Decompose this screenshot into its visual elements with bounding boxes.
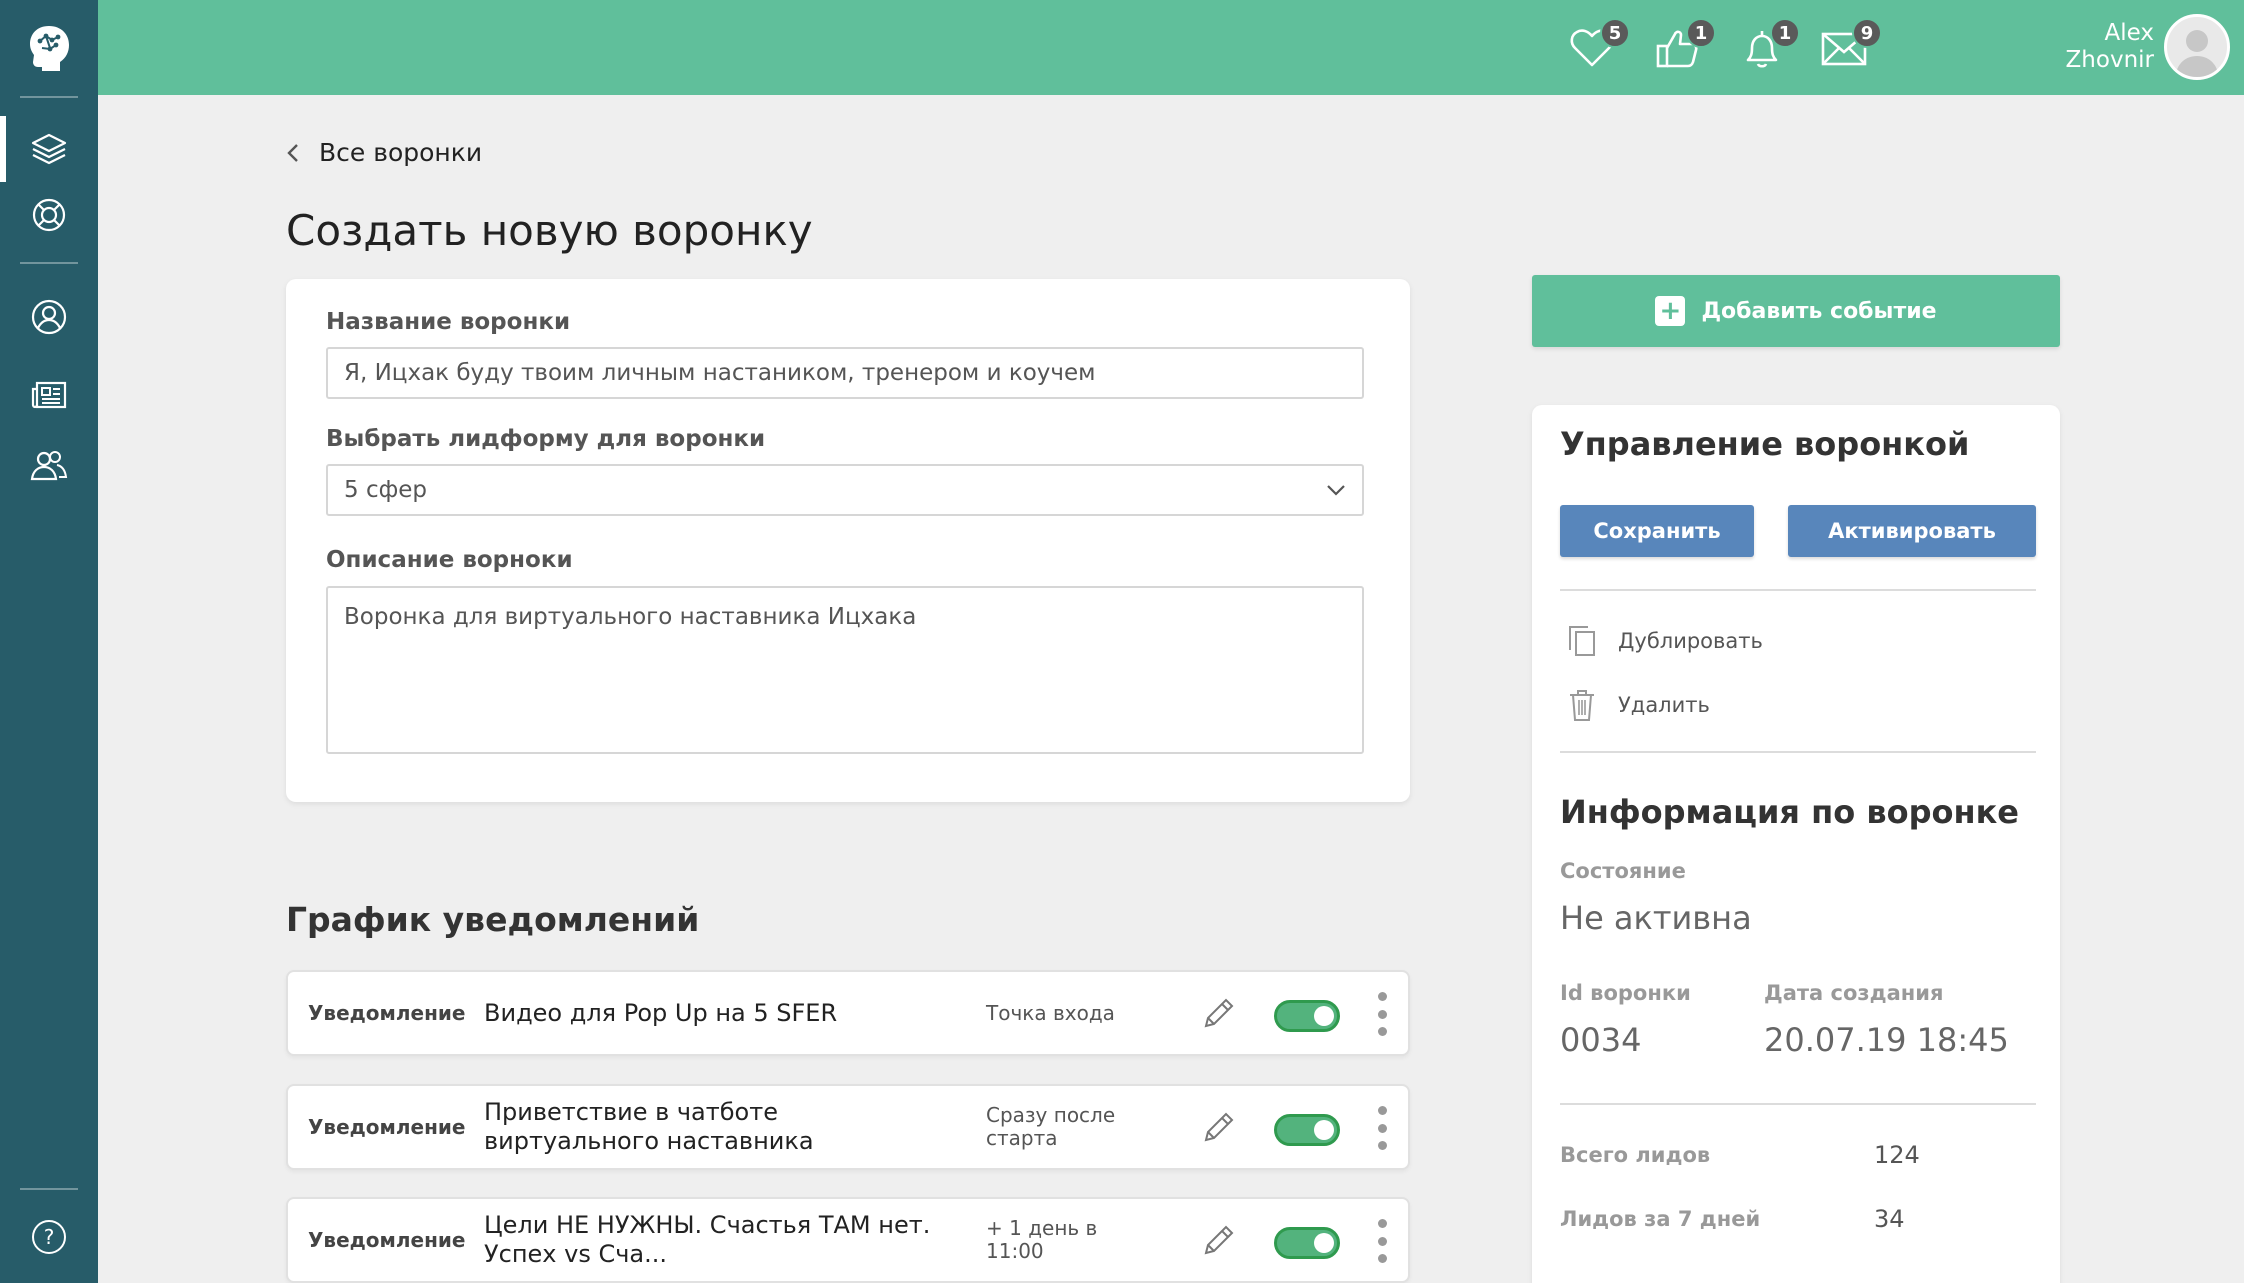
- total-leads-label: Всего лидов: [1560, 1143, 1711, 1167]
- delete-action[interactable]: Удалить: [1566, 687, 1710, 723]
- description-label: Описание ворноки: [326, 547, 573, 573]
- notification-type: Уведомление: [308, 1001, 466, 1025]
- sidebar-item-team[interactable]: [0, 432, 98, 498]
- brain-logo-icon[interactable]: [0, 0, 98, 95]
- messages-count-badge: 9: [1852, 18, 1882, 48]
- notification-type: Уведомление: [308, 1115, 466, 1139]
- help-icon: ?: [32, 1220, 66, 1254]
- notification-timing: + 1 день в 11:00: [986, 1216, 1098, 1263]
- funnel-id-value: 0034: [1560, 1021, 1642, 1059]
- avatar-placeholder-icon: [2175, 30, 2219, 77]
- trash-icon: [1570, 690, 1594, 721]
- info-title: Информация по воронке: [1560, 793, 2019, 831]
- lifebuoy-icon: [32, 198, 66, 232]
- leadform-label: Выбрать лидформу для воронки: [326, 426, 766, 452]
- notification-row[interactable]: Уведомление Цели НЕ НУЖНЫ. Счастья ТАМ н…: [286, 1197, 1410, 1283]
- funnel-name-input[interactable]: Я, Ицхак буду твоим личным настаником, т…: [326, 347, 1364, 399]
- leads-7d-label: Лидов за 7 дней: [1560, 1207, 1761, 1231]
- user-icon: [31, 299, 67, 335]
- add-event-button[interactable]: + Добавить событие: [1532, 275, 2060, 347]
- notification-type: Уведомление: [308, 1228, 466, 1252]
- pencil-icon[interactable]: [1200, 1223, 1236, 1259]
- sidebar-item-help[interactable]: ?: [0, 1204, 98, 1270]
- created-date-label: Дата создания: [1764, 981, 1944, 1005]
- divider: [1560, 1103, 2036, 1105]
- notification-row[interactable]: Уведомление Видео для Pop Up на 5 SFER Т…: [286, 970, 1410, 1056]
- funnel-form-card: Название воронки Я, Ицхак буду твоим лич…: [286, 279, 1410, 802]
- notification-timing: Точка входа: [986, 1000, 1115, 1025]
- notification-toggle[interactable]: [1274, 1227, 1340, 1259]
- add-event-label: Добавить событие: [1701, 298, 1937, 324]
- funnel-id-label: Id воронки: [1560, 981, 1691, 1005]
- copy-icon: [1569, 626, 1595, 656]
- sidebar-item-news[interactable]: [0, 362, 98, 428]
- created-date-value: 20.07.19 18:45: [1764, 1021, 2009, 1059]
- notifications-count-badge: 1: [1770, 18, 1800, 48]
- notification-toggle[interactable]: [1274, 1000, 1340, 1032]
- notification-toggle[interactable]: [1274, 1114, 1340, 1146]
- funnel-management-card: Управление воронкой Сохранить Активирова…: [1532, 405, 2060, 1283]
- schedule-title: График уведомлений: [286, 900, 700, 939]
- description-value: Воронка для виртуального наставника Ицха…: [344, 604, 917, 630]
- chevron-left-icon: [287, 143, 298, 162]
- divider: [1560, 589, 2036, 591]
- sidebar-item-funnels[interactable]: [0, 116, 98, 182]
- delete-label: Удалить: [1618, 693, 1710, 717]
- save-button[interactable]: Сохранить: [1560, 505, 1754, 557]
- page-title: Создать новую воронку: [286, 206, 813, 255]
- sidebar-item-profile[interactable]: [0, 284, 98, 350]
- team-icon: [30, 451, 68, 481]
- back-link[interactable]: Все воронки: [319, 138, 482, 167]
- funnel-name-value: Я, Ицхак буду твоим личным настаником, т…: [344, 360, 1096, 386]
- sidebar: ?: [0, 0, 98, 1283]
- more-options-icon[interactable]: [1376, 992, 1388, 1036]
- plus-icon: +: [1655, 296, 1686, 326]
- funnel-name-label: Название воронки: [326, 309, 571, 335]
- activate-button[interactable]: Активировать: [1788, 505, 2036, 557]
- state-label: Состояние: [1560, 859, 1686, 883]
- notification-title: Приветствие в чатботе виртуального наста…: [484, 1098, 814, 1155]
- notification-timing: Сразу после старта: [986, 1103, 1116, 1150]
- notification-title: Цели НЕ НУЖНЫ. Счастья ТАМ нет. Успех vs…: [484, 1211, 931, 1268]
- more-options-icon[interactable]: [1376, 1106, 1388, 1150]
- news-icon: [31, 381, 67, 409]
- sidebar-item-support[interactable]: [0, 182, 98, 248]
- likes-button[interactable]: 1: [1654, 18, 1716, 74]
- avatar[interactable]: [2164, 14, 2230, 80]
- user-first-name: Alex: [2104, 20, 2154, 46]
- messages-button[interactable]: 9: [1820, 18, 1882, 74]
- pencil-icon[interactable]: [1200, 1110, 1236, 1146]
- favorites-count-badge: 5: [1600, 18, 1630, 48]
- notification-title: Видео для Pop Up на 5 SFER: [484, 998, 838, 1027]
- sidebar-divider: [20, 262, 78, 264]
- more-options-icon[interactable]: [1376, 1219, 1388, 1263]
- manage-title: Управление воронкой: [1560, 425, 1970, 463]
- layers-icon: [31, 133, 67, 165]
- likes-count-badge: 1: [1686, 18, 1716, 48]
- user-name[interactable]: Alex Zhovnir: [2066, 20, 2154, 74]
- total-leads-value: 124: [1874, 1141, 1920, 1169]
- leadform-select[interactable]: 5 сфер: [326, 464, 1364, 516]
- notification-row[interactable]: Уведомление Приветствие в чатботе виртуа…: [286, 1084, 1410, 1170]
- sidebar-divider: [20, 1188, 78, 1190]
- top-bar: 5 1 1 9 Alex Zhovnir: [98, 0, 2244, 95]
- duplicate-action[interactable]: Дублировать: [1566, 623, 1763, 659]
- notifications-button[interactable]: 1: [1738, 18, 1800, 74]
- chevron-down-icon: [1327, 485, 1345, 496]
- svg-text:?: ?: [44, 1225, 55, 1249]
- pencil-icon[interactable]: [1200, 996, 1236, 1032]
- breadcrumb[interactable]: Все воронки: [285, 138, 482, 167]
- user-last-name: Zhovnir: [2065, 47, 2154, 73]
- sidebar-divider: [20, 96, 78, 98]
- leads-7d-value: 34: [1874, 1205, 1905, 1233]
- favorites-button[interactable]: 5: [1568, 18, 1630, 74]
- divider: [1560, 751, 2036, 753]
- description-textarea[interactable]: Воронка для виртуального наставника Ицха…: [326, 586, 1364, 754]
- leadform-selected-value: 5 сфер: [344, 477, 428, 503]
- state-value: Не активна: [1560, 899, 1752, 937]
- duplicate-label: Дублировать: [1618, 629, 1763, 653]
